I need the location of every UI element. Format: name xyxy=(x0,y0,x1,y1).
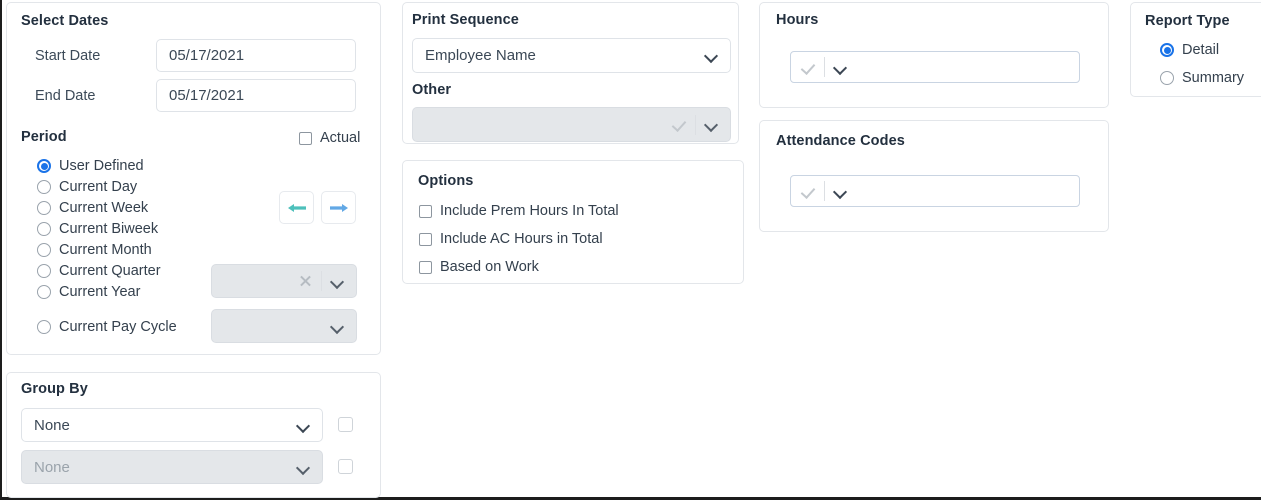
pay-cycle-select[interactable] xyxy=(211,309,357,343)
group-by-first-checkbox[interactable] xyxy=(338,417,353,432)
group-by-first-value: None xyxy=(34,416,70,434)
arrow-left-icon xyxy=(287,203,306,212)
start-date-label: Start Date xyxy=(35,48,101,64)
attendance-codes-panel: Attendance Codes xyxy=(759,120,1109,232)
group-by-title: Group By xyxy=(21,381,88,397)
hours-combobox[interactable] xyxy=(790,51,1080,83)
print-sequence-title: Print Sequence xyxy=(412,12,519,28)
hours-panel: Hours xyxy=(759,2,1109,108)
group-by-second-checkbox[interactable] xyxy=(338,459,353,474)
options-title: Options xyxy=(418,173,474,189)
group-by-second-select[interactable]: None xyxy=(21,450,323,484)
end-date-label: End Date xyxy=(35,88,96,104)
report-type-label: Detail xyxy=(1182,42,1220,58)
chevron-down-icon[interactable] xyxy=(297,419,310,432)
check-icon[interactable] xyxy=(672,117,687,132)
report-type-panel: Report Type Detail Summary xyxy=(1130,2,1261,97)
period-label: Period xyxy=(21,129,67,145)
include-ac-hours-checkbox[interactable] xyxy=(419,232,432,246)
period-option-label: Current Day xyxy=(59,179,138,195)
divider xyxy=(824,57,825,77)
period-option-label: Current Quarter xyxy=(59,263,161,279)
start-date-value: 05/17/2021 xyxy=(169,47,245,64)
actual-checkbox[interactable] xyxy=(299,131,312,145)
period-option-current-quarter[interactable]: Current Quarter xyxy=(37,263,161,279)
chevron-down-icon[interactable] xyxy=(834,185,847,198)
radio-current-week[interactable] xyxy=(37,201,51,215)
group-by-first-select[interactable]: None xyxy=(21,408,323,442)
actual-label: Actual xyxy=(320,130,361,146)
actual-checkbox-row[interactable]: Actual xyxy=(299,130,360,146)
select-dates-panel: Select Dates Start Date 05/17/2021 End D… xyxy=(6,2,381,355)
chevron-down-icon[interactable] xyxy=(331,320,344,333)
option-label: Include Prem Hours In Total xyxy=(440,203,619,219)
print-sequence-value: Employee Name xyxy=(425,47,536,64)
period-prev-button[interactable] xyxy=(279,191,314,224)
end-date-value: 05/17/2021 xyxy=(169,87,245,104)
period-option-label: Current Month xyxy=(59,242,152,258)
period-option-label: Current Biweek xyxy=(59,221,159,237)
divider xyxy=(321,271,322,291)
period-option-current-year[interactable]: Current Year xyxy=(37,284,140,300)
report-type-option-summary[interactable]: Summary xyxy=(1160,70,1244,86)
period-next-button[interactable] xyxy=(321,191,356,224)
attendance-codes-combobox[interactable] xyxy=(790,175,1080,207)
divider xyxy=(695,114,696,135)
option-include-ac-hours[interactable]: Include AC Hours in Total xyxy=(419,231,603,247)
radio-current-quarter[interactable] xyxy=(37,264,51,278)
end-date-input[interactable]: 05/17/2021 xyxy=(156,79,356,112)
group-by-panel: Group By None None xyxy=(6,372,381,498)
period-option-label: Current Week xyxy=(59,200,149,216)
clear-icon[interactable] xyxy=(299,274,313,288)
start-date-input[interactable]: 05/17/2021 xyxy=(156,39,356,72)
based-on-work-checkbox[interactable] xyxy=(419,260,432,274)
period-option-label: Current Pay Cycle xyxy=(59,319,177,335)
group-by-second-value: None xyxy=(34,458,70,476)
report-type-label: Summary xyxy=(1182,70,1245,86)
include-prem-hours-checkbox[interactable] xyxy=(419,204,432,218)
option-based-on-work[interactable]: Based on Work xyxy=(419,259,539,275)
report-type-option-detail[interactable]: Detail xyxy=(1160,42,1219,58)
option-include-prem-hours[interactable]: Include Prem Hours In Total xyxy=(419,203,619,219)
radio-user-defined[interactable] xyxy=(37,159,51,173)
radio-current-year[interactable] xyxy=(37,285,51,299)
radio-current-pay-cycle[interactable] xyxy=(37,320,51,334)
option-label: Include AC Hours in Total xyxy=(440,231,603,247)
options-panel: Options Include Prem Hours In Total Incl… xyxy=(402,160,744,284)
radio-current-day[interactable] xyxy=(37,180,51,194)
period-option-label: User Defined xyxy=(59,158,144,174)
period-option-user-defined[interactable]: User Defined xyxy=(37,158,144,174)
period-option-current-week[interactable]: Current Week xyxy=(37,200,148,216)
print-sequence-panel: Print Sequence Employee Name Other xyxy=(402,2,739,144)
period-option-current-month[interactable]: Current Month xyxy=(37,242,152,258)
attendance-codes-title: Attendance Codes xyxy=(776,133,905,149)
radio-summary[interactable] xyxy=(1160,71,1174,85)
divider xyxy=(824,181,825,201)
print-sequence-select[interactable]: Employee Name xyxy=(412,38,731,73)
chevron-down-icon[interactable] xyxy=(705,49,718,62)
chevron-down-icon[interactable] xyxy=(705,118,718,131)
period-option-label: Current Year xyxy=(59,284,141,300)
radio-detail[interactable] xyxy=(1160,43,1174,57)
period-option-current-biweek[interactable]: Current Biweek xyxy=(37,221,158,237)
chevron-down-icon[interactable] xyxy=(297,461,310,474)
other-select[interactable] xyxy=(412,107,731,142)
hours-title: Hours xyxy=(776,12,819,28)
arrow-right-icon xyxy=(329,203,348,212)
report-type-title: Report Type xyxy=(1145,13,1230,29)
select-dates-title: Select Dates xyxy=(21,13,109,29)
report-parameters-screen: Select Dates Start Date 05/17/2021 End D… xyxy=(0,0,1261,500)
radio-current-biweek[interactable] xyxy=(37,222,51,236)
radio-current-month[interactable] xyxy=(37,243,51,257)
check-icon[interactable] xyxy=(801,60,816,75)
period-option-current-pay-cycle[interactable]: Current Pay Cycle xyxy=(37,319,177,335)
option-label: Based on Work xyxy=(440,259,539,275)
chevron-down-icon[interactable] xyxy=(834,61,847,74)
other-label: Other xyxy=(412,82,452,98)
period-option-current-day[interactable]: Current Day xyxy=(37,179,137,195)
period-range-select[interactable] xyxy=(211,264,357,298)
chevron-down-icon[interactable] xyxy=(331,275,344,288)
check-icon[interactable] xyxy=(801,184,816,199)
